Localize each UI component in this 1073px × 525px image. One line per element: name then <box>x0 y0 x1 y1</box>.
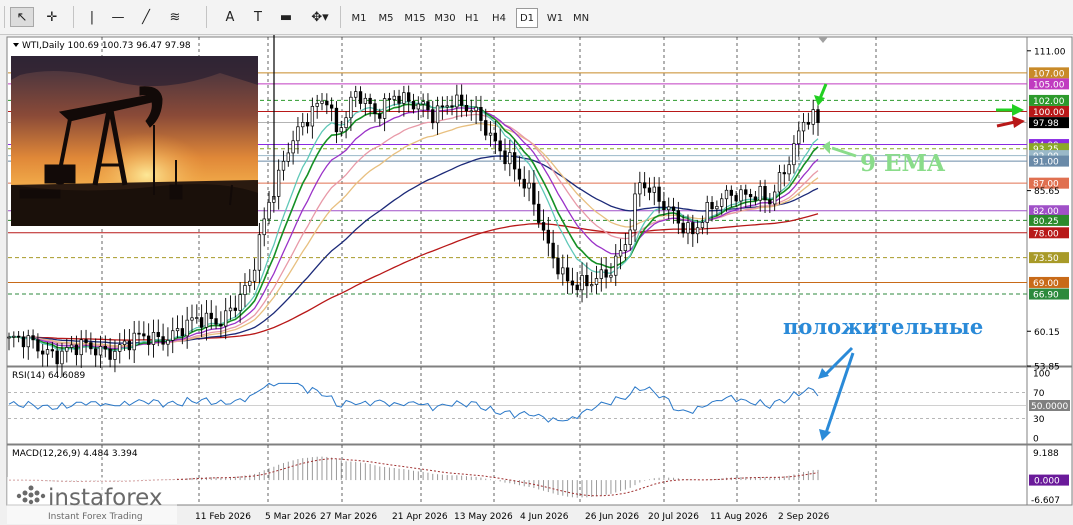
date-label: 20 Jul 2026 <box>648 512 699 522</box>
toolbar-separator <box>4 6 5 28</box>
macd-title: MACD(12,26,9) 4.484 3.394 <box>12 449 138 459</box>
level-label: 97.98 <box>1033 119 1059 129</box>
level-label: 66.90 <box>1033 291 1059 301</box>
rsi-tick: 30 <box>1033 415 1045 425</box>
macd-zero-label: 0.000 <box>1034 477 1060 487</box>
rsi-tick: 70 <box>1033 389 1045 399</box>
timeframe-mn[interactable]: MN <box>570 8 592 28</box>
date-label: 13 May 2026 <box>454 512 513 522</box>
level-label: 105.00 <box>1033 80 1065 90</box>
price-tick: 111.00 <box>1034 47 1066 57</box>
rsi-level-label: 50.0000 <box>1031 402 1068 412</box>
watermark-brand: instaforex <box>48 485 163 511</box>
timeframe-w1[interactable]: W1 <box>543 8 567 28</box>
chart-toolbar: ↖ ✛ | — ╱ ≋ A T ▬ ✥▾ M1 M5 M15 M30 H1 H4 D1 W1 MN <box>0 0 1073 35</box>
rsi-tick: 0 <box>1033 435 1039 445</box>
macd-tick: 9.188 <box>1033 449 1059 459</box>
toolbar-separator <box>340 6 341 28</box>
rectangle-icon[interactable]: ▬ <box>274 7 298 27</box>
date-label: 2 Sep 2026 <box>778 512 830 522</box>
horizontal-line-icon[interactable]: — <box>106 7 130 27</box>
instaforex-watermark: instaforex Instant Forex Trading <box>7 477 177 524</box>
level-label: 69.00 <box>1033 279 1059 289</box>
level-label: 78.00 <box>1033 229 1059 239</box>
level-label: 107.00 <box>1033 69 1065 79</box>
watermark-tagline: Instant Forex Trading <box>48 512 143 522</box>
date-label: 11 Aug 2026 <box>710 512 768 522</box>
timeframe-m15[interactable]: M15 <box>401 8 429 28</box>
price-tick: 53.85 <box>1034 363 1060 373</box>
date-label: 21 Apr 2026 <box>392 512 448 522</box>
date-label: 27 Mar 2026 <box>320 512 377 522</box>
timeframe-h4[interactable]: H4 <box>487 8 511 28</box>
toolbar-separator <box>206 6 207 28</box>
date-label: 5 Mar 2026 <box>265 512 317 522</box>
text-icon[interactable]: A <box>218 7 242 27</box>
chart-title: WTI,Daily 100.69 100.73 96.47 97.98 <box>22 41 191 51</box>
timeframe-m1[interactable]: M1 <box>346 8 372 28</box>
level-label: 80.25 <box>1033 217 1059 227</box>
rsi-title: RSI(14) 64.6089 <box>12 371 85 381</box>
level-label: 102.00 <box>1033 97 1065 107</box>
macd-tick: -6.607 <box>1031 496 1060 506</box>
price-tick: 60.15 <box>1034 328 1060 338</box>
date-label: 11 Feb 2026 <box>195 512 251 522</box>
timeframe-m5[interactable]: M5 <box>374 8 398 28</box>
oil-pump-photo <box>11 56 258 226</box>
ema-annotation: 9 EMA <box>860 150 946 177</box>
vertical-line-icon[interactable]: | <box>80 7 104 27</box>
timeframe-m30[interactable]: M30 <box>431 8 459 28</box>
price-tick: 85.65 <box>1034 187 1060 197</box>
level-label: 91.00 <box>1033 158 1059 168</box>
chart-area: 1007030050.0000 9.188-6.6070.000 107.001… <box>6 35 1073 524</box>
trendline-icon[interactable]: ╱ <box>134 7 158 27</box>
cursor-icon[interactable]: ↖ <box>10 7 34 27</box>
crosshair-icon[interactable]: ✛ <box>40 7 64 27</box>
level-label: 100.00 <box>1033 108 1065 118</box>
timeframe-d1[interactable]: D1 <box>516 8 538 28</box>
fibonacci-icon[interactable]: ≋ <box>163 7 187 27</box>
text-label-icon[interactable]: T <box>246 7 270 27</box>
date-label: 4 Jun 2026 <box>520 512 569 522</box>
shapes-icon[interactable]: ✥▾ <box>305 7 335 27</box>
date-label: 26 Jun 2026 <box>585 512 639 522</box>
level-label: 73.50 <box>1033 254 1059 264</box>
positive-annotation: положительные <box>783 314 983 339</box>
toolbar-separator <box>73 6 74 28</box>
timeframe-h1[interactable]: H1 <box>461 8 483 28</box>
